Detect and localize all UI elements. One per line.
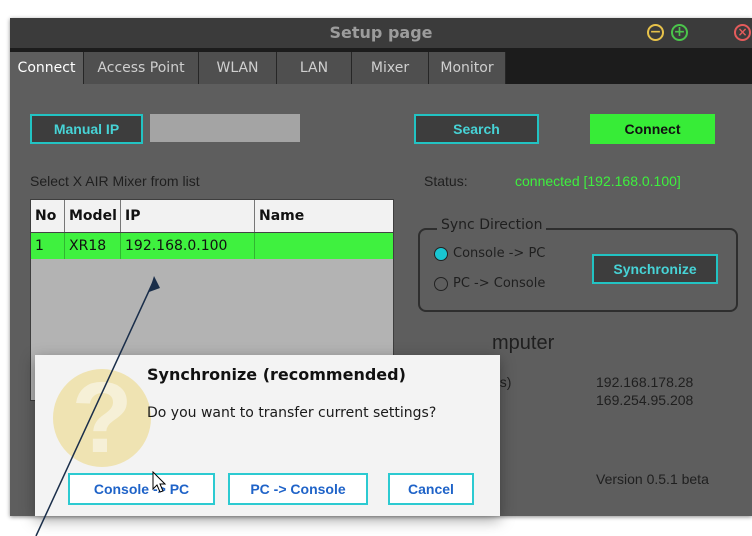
annotation-arrow <box>35 276 160 536</box>
